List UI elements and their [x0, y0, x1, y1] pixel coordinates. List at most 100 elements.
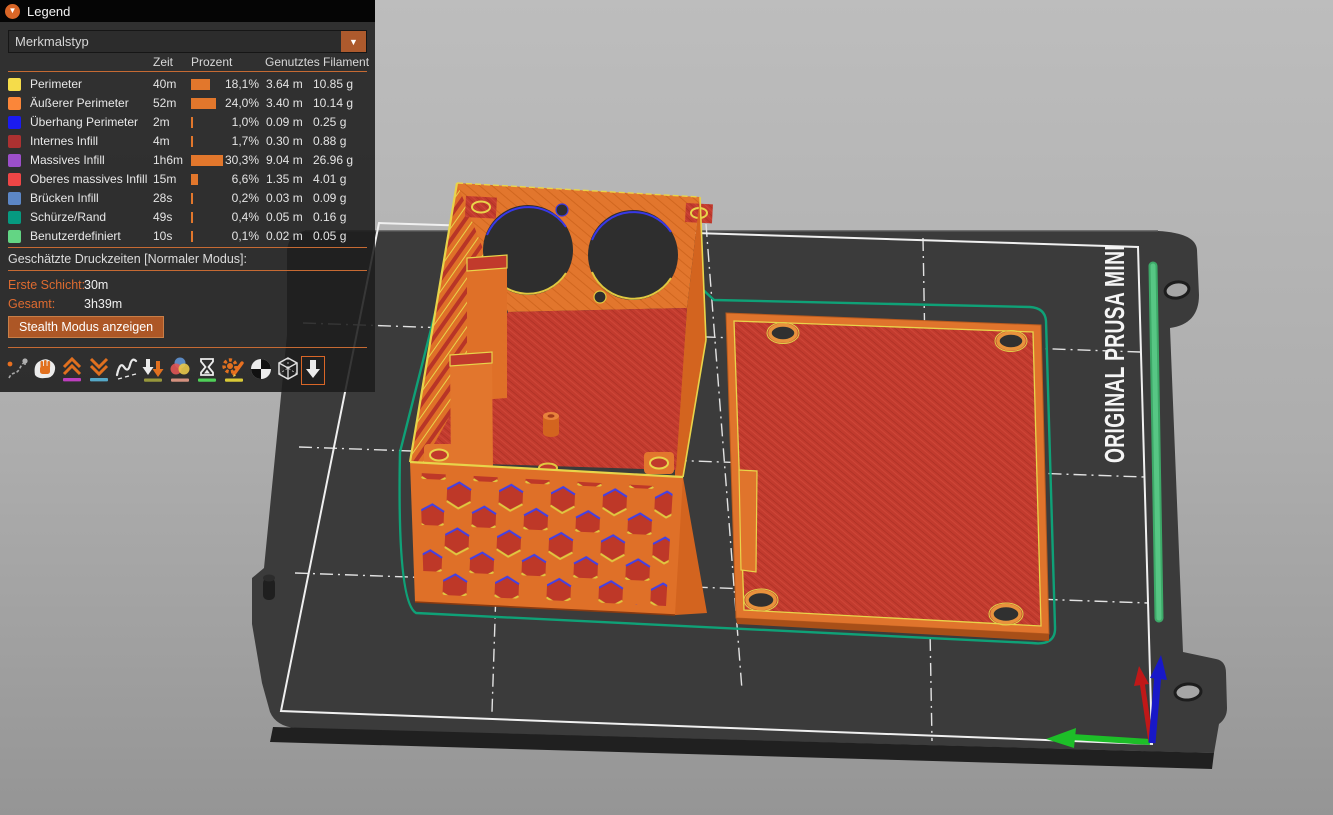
total-time-label: Gesamt: — [8, 297, 55, 311]
legend-title: Legend — [27, 4, 70, 19]
feature-length: 0.09 m — [266, 115, 303, 129]
bed-brand-text: ORIGINAL PRUSA MINI — [1099, 245, 1130, 463]
feature-rows: Perimeter 40m 18,1% 3.64 m 10.85 g Äußer… — [0, 76, 375, 247]
feature-name: Massives Infill — [30, 153, 105, 167]
bed-hole-bottom-right — [1174, 683, 1201, 701]
feature-length: 0.30 m — [266, 134, 303, 148]
first-layer-label: Erste Schicht: — [8, 278, 85, 292]
feature-weight: 0.88 g — [313, 134, 346, 148]
model-enclosure-box[interactable] — [410, 183, 713, 615]
feature-color-swatch — [8, 211, 21, 224]
feature-time: 28s — [153, 191, 172, 205]
legend-header[interactable]: ▼ Legend — [0, 0, 375, 22]
feature-row: Äußerer Perimeter 52m 24,0% 3.40 m 10.14… — [0, 95, 375, 114]
feature-time: 52m — [153, 96, 176, 110]
retractions-icon[interactable] — [58, 353, 85, 387]
feature-time: 4m — [153, 134, 170, 148]
feature-weight: 0.16 g — [313, 210, 346, 224]
feature-name: Oberes massives Infill — [30, 172, 147, 186]
feature-percent: 0,1% — [191, 229, 259, 243]
lid-edge-tab — [739, 470, 757, 572]
view-options-toolbar — [4, 352, 325, 388]
feature-percent: 0,4% — [191, 210, 259, 224]
feature-row: Oberes massives Infill 15m 6,6% 1.35 m 4… — [0, 171, 375, 190]
feature-name: Schürze/Rand — [30, 210, 106, 224]
feature-percent: 18,1% — [191, 77, 259, 91]
feature-percent: 1,0% — [191, 115, 259, 129]
feature-length: 9.04 m — [266, 153, 303, 167]
custom-gcode-icon[interactable] — [220, 353, 247, 387]
feature-row: Perimeter 40m 18,1% 3.64 m 10.85 g — [0, 76, 375, 95]
feature-color-swatch — [8, 116, 21, 129]
feature-name: Überhang Perimeter — [30, 115, 138, 129]
feature-weight: 26.96 g — [313, 153, 353, 167]
feature-color-swatch — [8, 230, 21, 243]
feature-length: 0.02 m — [266, 229, 303, 243]
travel-paths-icon[interactable] — [4, 353, 31, 387]
feature-time: 40m — [153, 77, 176, 91]
feature-weight: 0.05 g — [313, 229, 346, 243]
model-lid[interactable] — [726, 313, 1049, 641]
feature-time: 49s — [153, 210, 172, 224]
feature-time: 15m — [153, 172, 176, 186]
table-header-row: Zeit Prozent Genutztes Filament — [0, 55, 375, 71]
estimated-times-title: Geschätzte Druckzeiten [Normaler Modus]: — [8, 252, 247, 266]
column-filament: Genutztes Filament — [265, 55, 369, 69]
feature-color-swatch — [8, 135, 21, 148]
wipe-icon[interactable] — [31, 353, 58, 387]
color-changes-icon[interactable] — [166, 353, 193, 387]
feature-name: Internes Infill — [30, 134, 98, 148]
feature-name: Benutzerdefiniert — [30, 229, 121, 243]
seams-icon[interactable] — [112, 353, 139, 387]
feature-percent: 6,6% — [191, 172, 259, 186]
feature-name: Äußerer Perimeter — [30, 96, 129, 110]
feature-color-swatch — [8, 192, 21, 205]
feature-length: 0.05 m — [266, 210, 303, 224]
feature-row: Benutzerdefiniert 10s 0,1% 0.02 m 0.05 g — [0, 228, 375, 247]
feature-weight: 0.09 g — [313, 191, 346, 205]
feature-weight: 10.85 g — [313, 77, 353, 91]
feature-row: Internes Infill 4m 1,7% 0.30 m 0.88 g — [0, 133, 375, 152]
dropdown-arrow-icon[interactable]: ▼ — [341, 31, 366, 52]
feature-percent: 0,2% — [191, 191, 259, 205]
feature-name: Brücken Infill — [30, 191, 99, 205]
feature-time: 10s — [153, 229, 172, 243]
divider — [8, 347, 367, 348]
feature-length: 3.40 m — [266, 96, 303, 110]
feature-time: 1h6m — [153, 153, 183, 167]
column-time: Zeit — [153, 55, 173, 69]
legend-panel: ▼ Legend Merkmalstyp ▼ Zeit Prozent Genu… — [0, 0, 375, 392]
divider — [8, 270, 367, 271]
collapse-icon[interactable]: ▼ — [5, 4, 20, 19]
deretractions-icon[interactable] — [85, 353, 112, 387]
print-pauses-icon[interactable] — [193, 353, 220, 387]
feature-percent: 24,0% — [191, 96, 259, 110]
feature-length: 0.03 m — [266, 191, 303, 205]
feature-length: 3.64 m — [266, 77, 303, 91]
feature-row: Schürze/Rand 49s 0,4% 0.05 m 0.16 g — [0, 209, 375, 228]
feature-weight: 10.14 g — [313, 96, 353, 110]
total-time-value: 3h39m — [84, 297, 122, 311]
feature-time: 2m — [153, 115, 170, 129]
feature-color-swatch — [8, 154, 21, 167]
center-of-gravity-icon[interactable] — [247, 353, 274, 387]
feature-name: Perimeter — [30, 77, 82, 91]
feature-color-swatch — [8, 97, 21, 110]
divider — [8, 247, 367, 248]
feature-color-swatch — [8, 78, 21, 91]
feature-row: Brücken Infill 28s 0,2% 0.03 m 0.09 g — [0, 190, 375, 209]
shells-icon[interactable] — [274, 353, 301, 387]
tool-changes-icon[interactable] — [139, 353, 166, 387]
column-percent: Prozent — [191, 55, 232, 69]
first-layer-value: 30m — [84, 278, 108, 292]
feature-type-dropdown[interactable]: Merkmalstyp ▼ — [8, 30, 367, 53]
tool-marker-icon[interactable] — [301, 356, 325, 385]
feature-percent: 30,3% — [191, 153, 259, 167]
feature-color-swatch — [8, 173, 21, 186]
feature-weight: 0.25 g — [313, 115, 346, 129]
divider — [8, 71, 367, 72]
stealth-mode-button[interactable]: Stealth Modus anzeigen — [8, 316, 164, 338]
feature-weight: 4.01 g — [313, 172, 346, 186]
feature-percent: 1,7% — [191, 134, 259, 148]
feature-row: Überhang Perimeter 2m 1,0% 0.09 m 0.25 g — [0, 114, 375, 133]
